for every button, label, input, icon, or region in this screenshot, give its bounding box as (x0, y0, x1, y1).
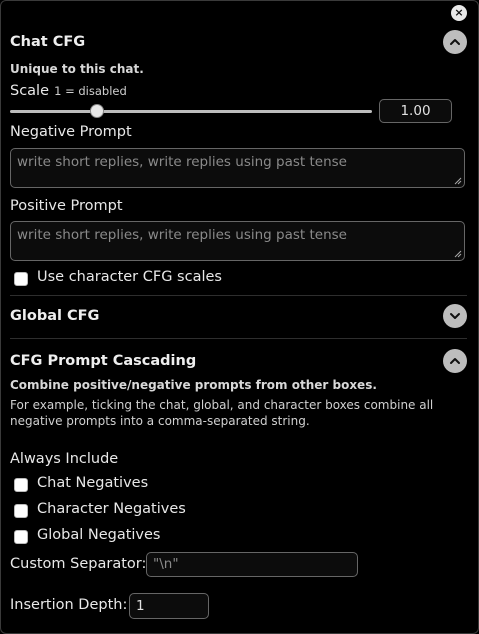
scale-slider[interactable] (10, 104, 372, 118)
chevron-down-icon (450, 313, 460, 319)
scale-value: 1.00 (400, 103, 431, 119)
character-negatives-label: Character Negatives (37, 501, 186, 517)
positive-prompt-textarea[interactable]: write short replies, write replies using… (10, 221, 465, 261)
insertion-depth-value: 1 (136, 598, 145, 614)
resize-grip-icon[interactable] (454, 250, 462, 258)
global-cfg-expand-button[interactable] (443, 304, 467, 328)
slider-thumb[interactable] (90, 104, 104, 118)
insertion-depth-label: Insertion Depth: (10, 597, 128, 613)
global-negatives-label: Global Negatives (37, 527, 161, 543)
chat-negatives-label: Chat Negatives (37, 475, 149, 491)
negative-prompt-textarea[interactable]: write short replies, write replies using… (10, 148, 465, 188)
negative-prompt-label: Negative Prompt (10, 124, 132, 140)
use-character-cfg-label: Use character CFG scales (37, 269, 222, 285)
chat-cfg-collapse-button[interactable] (443, 30, 467, 54)
positive-prompt-placeholder: write short replies, write replies using… (17, 227, 347, 243)
scale-label: Scale (10, 83, 50, 99)
cascading-collapse-button[interactable] (443, 349, 467, 373)
scale-value-input[interactable]: 1.00 (379, 99, 452, 123)
scale-hint: 1 = disabled (54, 84, 127, 98)
global-negatives-checkbox[interactable] (14, 530, 28, 544)
chevron-up-icon (450, 39, 460, 45)
custom-separator-placeholder: "\n" (153, 556, 179, 572)
scale-label-row: Scale 1 = disabled (10, 80, 127, 99)
cascading-description-1: For example, ticking the chat, global, a… (10, 398, 434, 412)
chat-negatives-checkbox[interactable] (14, 478, 28, 492)
use-character-cfg-checkbox[interactable] (14, 272, 28, 286)
divider (10, 338, 467, 339)
slider-track (10, 110, 372, 113)
global-cfg-title: Global CFG (10, 308, 100, 324)
character-negatives-checkbox[interactable] (14, 504, 28, 518)
cascading-description-2: negative prompts into a comma-separated … (10, 414, 310, 428)
custom-separator-label: Custom Separator: (10, 556, 147, 572)
insertion-depth-input[interactable]: 1 (129, 593, 209, 619)
positive-prompt-label: Positive Prompt (10, 198, 123, 214)
close-button[interactable]: × (451, 5, 467, 21)
chat-cfg-title: Chat CFG (10, 34, 86, 50)
resize-grip-icon[interactable] (454, 177, 462, 185)
chevron-up-icon (450, 358, 460, 364)
cascading-note: Combine positive/negative prompts from o… (10, 378, 377, 392)
custom-separator-input[interactable]: "\n" (146, 552, 358, 577)
cascading-title: CFG Prompt Cascading (10, 353, 197, 369)
always-include-label: Always Include (10, 451, 119, 467)
chat-cfg-subtitle: Unique to this chat. (10, 62, 144, 76)
negative-prompt-placeholder: write short replies, write replies using… (17, 154, 347, 170)
divider (10, 295, 467, 296)
close-icon: × (454, 6, 464, 19)
